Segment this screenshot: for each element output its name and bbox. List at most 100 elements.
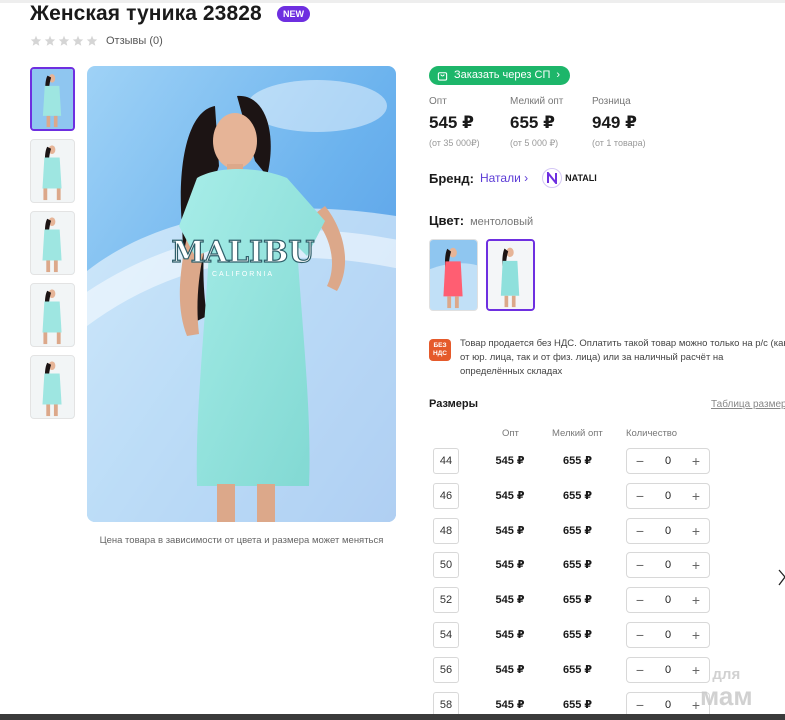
color-swatch-coral[interactable] — [429, 239, 478, 311]
size-row: 48 545 ₽ 655 ₽ − 0 + — [433, 518, 723, 544]
quantity-stepper: − 0 + — [626, 552, 710, 578]
small-opt-price: 655 ₽ — [563, 559, 593, 571]
small-opt-price: 655 ₽ — [563, 699, 593, 711]
thumbnail-image — [31, 284, 74, 346]
order-via-sp-button[interactable]: Заказать через СП › — [429, 66, 571, 85]
size-label: 44 — [433, 448, 459, 474]
small-opt-price: 655 ₽ — [563, 629, 593, 641]
star-icon — [86, 35, 98, 46]
thumbnail-5[interactable] — [30, 355, 75, 419]
quantity-stepper: − 0 + — [626, 587, 710, 613]
thumbnail-3[interactable] — [30, 211, 75, 275]
small-opt-price: 655 ₽ — [563, 664, 593, 676]
color-label: Цвет: — [429, 213, 465, 228]
thumbnail-list — [30, 67, 75, 427]
rating[interactable]: Отзывы (0) — [30, 35, 163, 47]
quantity-value[interactable]: 0 — [665, 629, 671, 641]
coral-dress-image — [430, 240, 477, 310]
thumbnail-4[interactable] — [30, 283, 75, 347]
size-row: 54 545 ₽ 655 ₽ − 0 + — [433, 622, 723, 648]
quantity-stepper: − 0 + — [626, 622, 710, 648]
star-icon — [72, 35, 84, 46]
brand-row: Бренд: Натали › NATALI — [429, 168, 597, 188]
price-retail-condition: (от 1 товара) — [592, 138, 646, 148]
small-opt-price: 655 ₽ — [563, 525, 593, 537]
quantity-value[interactable]: 0 — [665, 559, 671, 571]
small-opt-price: 655 ₽ — [563, 490, 593, 502]
size-table-link[interactable]: Таблица размер — [711, 399, 785, 410]
mouse-cursor-icon — [778, 569, 785, 586]
col-header-opt: Опт — [502, 428, 519, 439]
quantity-value[interactable]: 0 — [665, 525, 671, 537]
col-header-small-opt: Мелкий опт — [552, 428, 603, 439]
size-label: 50 — [433, 552, 459, 578]
plus-icon[interactable]: + — [689, 628, 703, 642]
plus-icon[interactable]: + — [689, 524, 703, 538]
watermark-line2: мам — [700, 681, 753, 711]
size-row: 44 545 ₽ 655 ₽ − 0 + — [433, 448, 723, 474]
quantity-value[interactable]: 0 — [665, 664, 671, 676]
quantity-value[interactable]: 0 — [665, 490, 671, 502]
size-row: 52 545 ₽ 655 ₽ − 0 + — [433, 587, 723, 613]
plus-icon[interactable]: + — [689, 489, 703, 503]
watermark: для мам — [700, 666, 753, 711]
thumbnail-image — [31, 140, 74, 202]
price-opt-value: 545 ₽ — [429, 113, 474, 132]
size-label: 48 — [433, 518, 459, 544]
no-vat-icon-line1: БЕЗ — [433, 342, 447, 349]
price-retail: Розница 949 ₽ (от 1 товара) — [592, 96, 682, 148]
price-retail-value: 949 ₽ — [592, 113, 637, 132]
brand-logo-icon — [542, 168, 563, 188]
thumbnail-1[interactable] — [30, 67, 75, 131]
no-vat-icon: БЕЗ НДС — [429, 339, 451, 361]
star-icon — [58, 35, 70, 46]
mint-dress-image — [488, 241, 533, 309]
price-small-opt-value: 655 ₽ — [510, 113, 555, 132]
thumbnail-2[interactable] — [30, 139, 75, 203]
color-row: Цвет: ментоловый — [429, 213, 533, 228]
brand-label: Бренд: — [429, 170, 474, 186]
sizes-title: Размеры — [429, 398, 479, 410]
opt-price: 545 ₽ — [495, 455, 525, 467]
minus-icon[interactable]: − — [633, 698, 647, 712]
brand-logo[interactable]: NATALI — [542, 168, 597, 188]
quantity-value[interactable]: 0 — [665, 455, 671, 467]
plus-icon[interactable]: + — [689, 454, 703, 468]
plus-icon[interactable]: + — [689, 593, 703, 607]
size-row: 46 545 ₽ 655 ₽ − 0 + — [433, 483, 723, 509]
opt-price: 545 ₽ — [495, 490, 525, 502]
star-icon — [30, 35, 42, 46]
reviews-link[interactable]: Отзывы (0) — [106, 35, 163, 47]
minus-icon[interactable]: − — [633, 593, 647, 607]
chevron-right-icon: › — [556, 69, 561, 81]
product-title: Женская туника 23828 — [30, 2, 262, 25]
plus-icon[interactable]: + — [689, 558, 703, 572]
price-opt-condition: (от 35 000₽) — [429, 138, 480, 148]
size-row: 50 545 ₽ 655 ₽ − 0 + — [433, 552, 723, 578]
price-small-opt-label: Мелкий опт — [510, 96, 564, 107]
minus-icon[interactable]: − — [633, 454, 647, 468]
size-label: 46 — [433, 483, 459, 509]
thumbnail-image — [31, 356, 74, 418]
minus-icon[interactable]: − — [633, 489, 647, 503]
opt-price: 545 ₽ — [495, 699, 525, 711]
minus-icon[interactable]: − — [633, 524, 647, 538]
quantity-value[interactable]: 0 — [665, 699, 671, 711]
opt-price: 545 ₽ — [495, 525, 525, 537]
new-badge: NEW — [277, 6, 310, 22]
price-small-opt: Мелкий опт 655 ₽ (от 5 000 ₽) — [510, 96, 600, 149]
minus-icon[interactable]: − — [633, 558, 647, 572]
no-vat-notice: Товар продается без НДС. Оплатить такой … — [460, 338, 785, 377]
brand-name: Натали — [479, 171, 521, 185]
price-retail-label: Розница — [592, 96, 631, 107]
quantity-value[interactable]: 0 — [665, 594, 671, 606]
size-label: 52 — [433, 587, 459, 613]
color-swatch-mint[interactable] — [486, 239, 535, 311]
small-opt-price: 655 ₽ — [563, 455, 593, 467]
minus-icon[interactable]: − — [633, 663, 647, 677]
no-vat-icon-line2: НДС — [432, 350, 448, 357]
opt-price: 545 ₽ — [495, 629, 525, 641]
main-product-photo[interactable]: MALIBU CALIFORNIA — [87, 66, 396, 522]
brand-link[interactable]: Натали › — [480, 171, 528, 185]
minus-icon[interactable]: − — [633, 628, 647, 642]
